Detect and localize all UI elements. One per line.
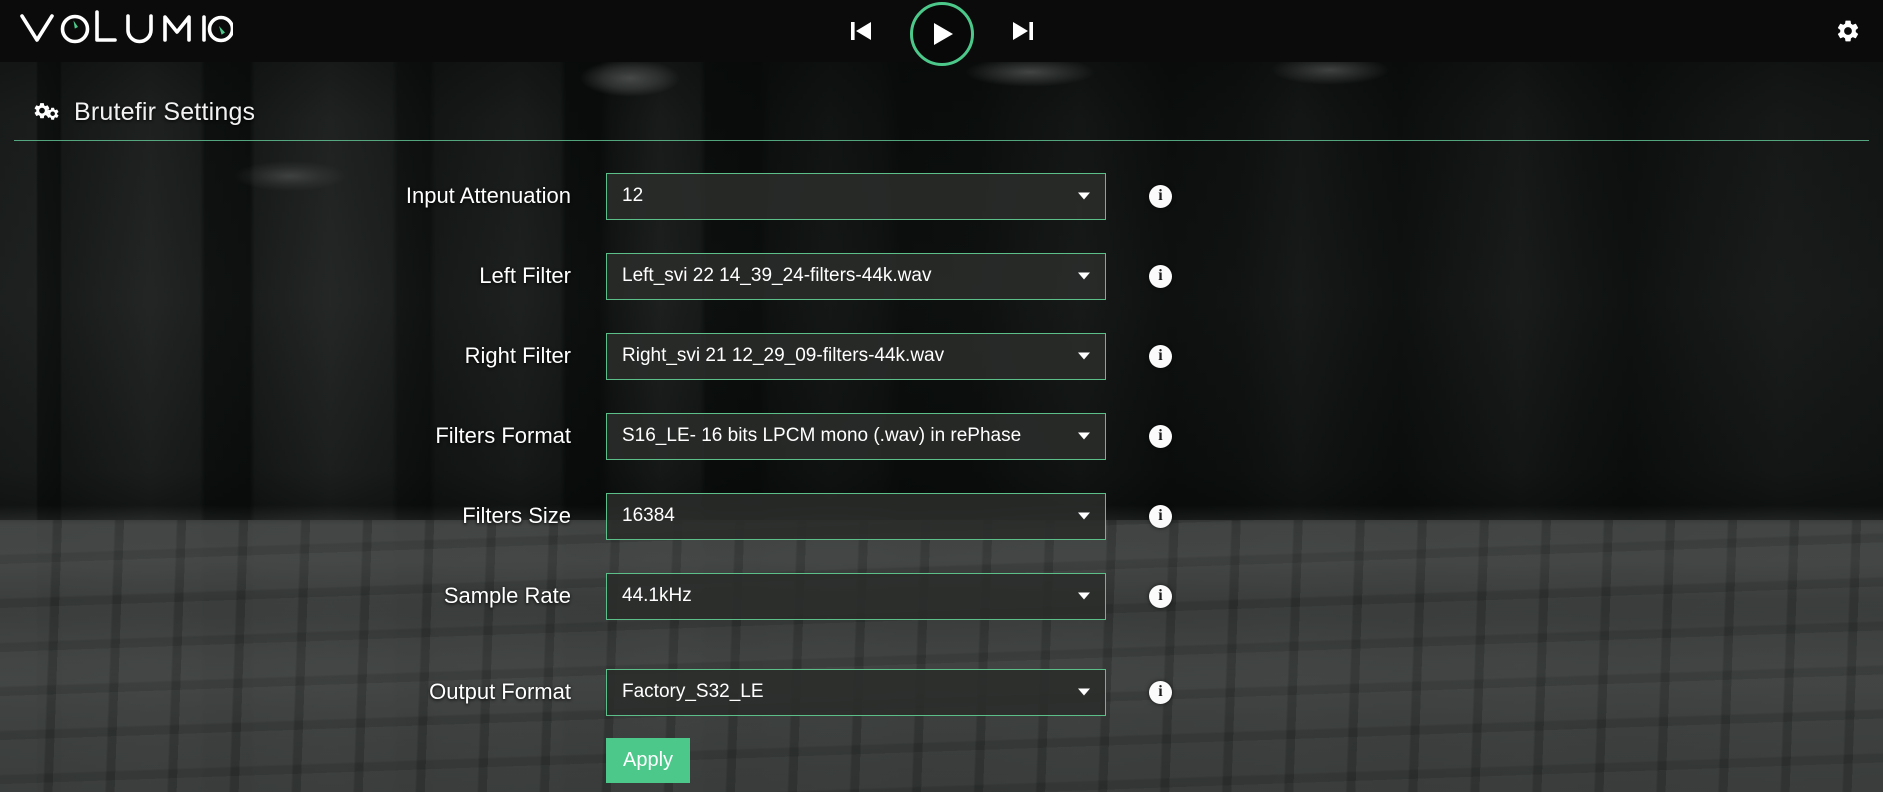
label-right-filter: Right Filter xyxy=(464,343,571,368)
apply-row: Apply xyxy=(0,738,1883,783)
select-input-attenuation-value[interactable]: 12 xyxy=(606,172,1106,220)
gear-icon[interactable] xyxy=(1835,18,1861,44)
label-input-attenuation: Input Attenuation xyxy=(405,183,571,208)
select-output-format-value[interactable]: Factory_S32_LE xyxy=(606,668,1106,716)
select-left-filter-value[interactable]: Left_svi 22 14_39_24-filters-44k.wav xyxy=(606,252,1106,300)
form-row-left-filter: Left Filter Left_svi 22 14_39_24-filters… xyxy=(0,236,1883,316)
form-row-input-attenuation: Input Attenuation 12 i xyxy=(0,156,1883,236)
select-right-filter-value[interactable]: Right_svi 21 12_29_09-filters-44k.wav xyxy=(606,332,1106,380)
cogs-icon xyxy=(34,100,62,124)
skip-next-icon[interactable] xyxy=(1008,16,1038,46)
skip-previous-icon[interactable] xyxy=(846,16,876,46)
page-header: Brutefir Settings xyxy=(0,92,1883,132)
transport-controls xyxy=(846,0,1038,66)
label-left-filter: Left Filter xyxy=(479,263,571,288)
form-row-output-format: Output Format Factory_S32_LE i xyxy=(0,652,1883,732)
select-filters-format[interactable]: S16_LE- 16 bits LPCM mono (.wav) in rePh… xyxy=(606,412,1106,460)
info-icon-right-filter[interactable]: i xyxy=(1149,344,1172,368)
select-output-format[interactable]: Factory_S32_LE xyxy=(606,668,1106,716)
label-output-format: Output Format xyxy=(429,679,571,704)
header-divider xyxy=(14,140,1869,141)
select-sample-rate-value[interactable]: 44.1kHz xyxy=(606,572,1106,620)
form-row-filters-format: Filters Format S16_LE- 16 bits LPCM mono… xyxy=(0,396,1883,476)
label-filters-size: Filters Size xyxy=(462,503,571,528)
select-input-attenuation[interactable]: 12 xyxy=(606,172,1106,220)
select-filters-size[interactable]: 16384 xyxy=(606,492,1106,540)
select-filters-size-value[interactable]: 16384 xyxy=(606,492,1106,540)
volumio-logo[interactable] xyxy=(18,6,233,50)
top-bar xyxy=(0,0,1883,66)
info-icon-left-filter[interactable]: i xyxy=(1149,264,1172,288)
select-sample-rate[interactable]: 44.1kHz xyxy=(606,572,1106,620)
info-icon-input-attenuation[interactable]: i xyxy=(1149,184,1172,208)
brutefir-settings-form: Input Attenuation 12 i Left Filter Left_… xyxy=(0,156,1883,783)
select-filters-format-value[interactable]: S16_LE- 16 bits LPCM mono (.wav) in rePh… xyxy=(606,412,1106,460)
form-row-sample-rate: Sample Rate 44.1kHz i xyxy=(0,556,1883,636)
select-left-filter[interactable]: Left_svi 22 14_39_24-filters-44k.wav xyxy=(606,252,1106,300)
info-icon-filters-size[interactable]: i xyxy=(1149,504,1172,528)
info-icon-filters-format[interactable]: i xyxy=(1149,424,1172,448)
info-icon-output-format[interactable]: i xyxy=(1149,680,1172,704)
page-title: Brutefir Settings xyxy=(74,97,256,126)
label-filters-format: Filters Format xyxy=(435,423,571,448)
form-row-filters-size: Filters Size 16384 i xyxy=(0,476,1883,556)
form-row-right-filter: Right Filter Right_svi 21 12_29_09-filte… xyxy=(0,316,1883,396)
play-icon[interactable] xyxy=(909,2,974,66)
select-right-filter[interactable]: Right_svi 21 12_29_09-filters-44k.wav xyxy=(606,332,1106,380)
apply-button[interactable]: Apply xyxy=(606,738,690,783)
info-icon-sample-rate[interactable]: i xyxy=(1149,584,1172,608)
label-sample-rate: Sample Rate xyxy=(443,583,571,608)
